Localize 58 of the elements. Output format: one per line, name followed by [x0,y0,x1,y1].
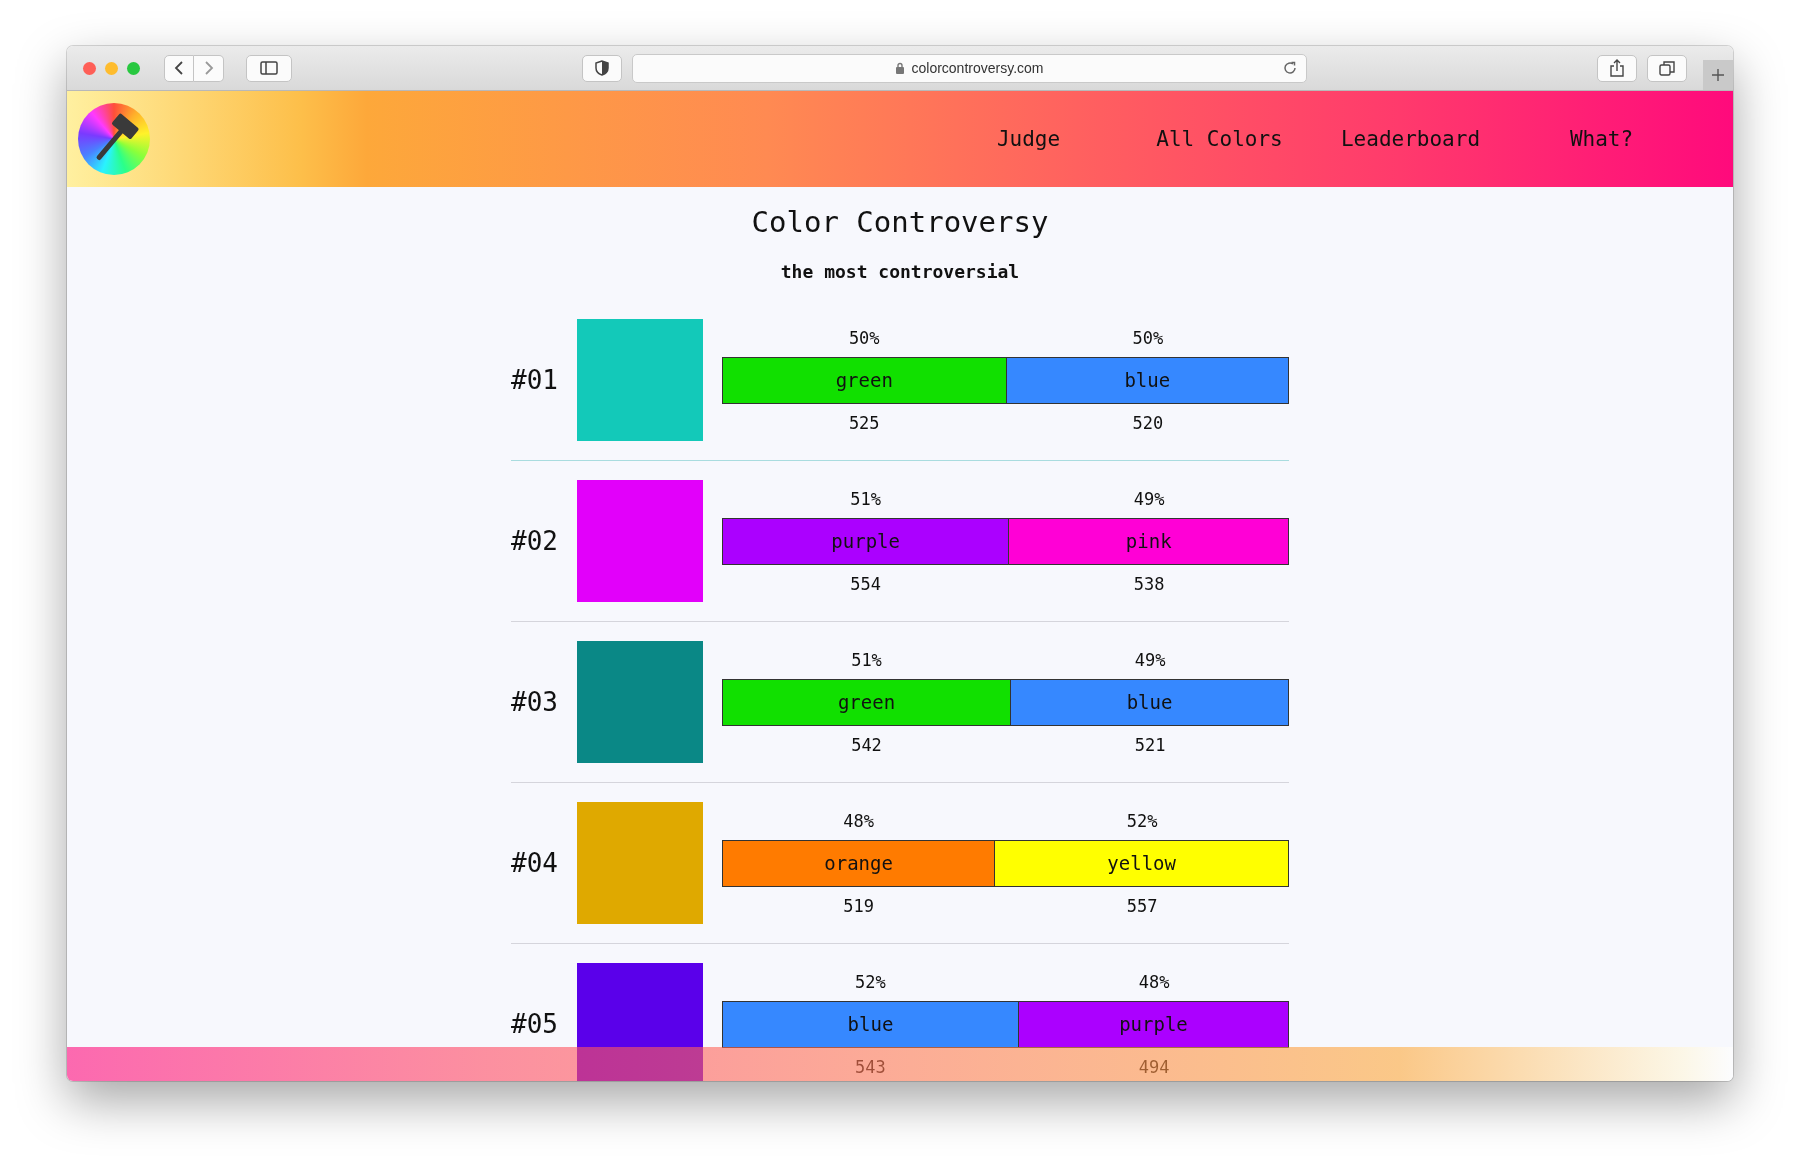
percent-label: 51% [849,487,882,511]
percent-label: 49% [1132,487,1166,511]
rank-label: #01 [511,365,559,395]
share-icon [1610,59,1624,77]
share-button[interactable] [1597,54,1637,82]
sidebar-button[interactable] [246,54,292,82]
nav-link[interactable]: What? [1506,127,1697,151]
vote-count: 554 [849,572,882,596]
rank-label: #05 [511,1009,559,1039]
vote-bar-segment[interactable]: green [722,679,1012,725]
nav-link[interactable]: All Colors [1124,127,1315,151]
vote-count: 542 [850,733,883,757]
vote-count: 521 [1133,733,1167,757]
percent-label: 48% [842,809,875,833]
percent-label: 52% [1125,809,1159,833]
rank-label: #04 [511,848,559,878]
page-title: Color Controversy [751,205,1049,239]
vote-bar-segment[interactable]: orange [722,840,996,886]
plus-icon [1711,68,1725,82]
vote-bar-segment[interactable]: pink [1009,518,1288,564]
vote-bar-segment[interactable]: blue [1011,679,1288,725]
percent-label: 52% [854,970,887,994]
page-subtitle: the most controversial [780,261,1020,282]
percent-label: 51% [850,648,883,672]
back-button[interactable] [164,54,194,82]
vote-bar-segment[interactable]: blue [1006,357,1288,403]
percent-label: 50% [847,326,881,350]
shield-icon [595,60,609,76]
vote-bar-segment[interactable]: green [722,357,1007,403]
vote-count: 543 [854,1055,887,1079]
back-icon [174,60,184,76]
tabs-icon [1659,60,1675,76]
vote-count: 520 [1131,411,1165,435]
address-field[interactable]: colorcontroversy.com [632,53,1307,83]
tabs-button[interactable] [1647,54,1687,82]
forward-icon [203,60,214,76]
vote-count: 538 [1132,572,1166,596]
sidebar-icon [260,61,278,75]
shield-button[interactable] [582,54,622,82]
rank-label: #02 [511,526,559,556]
new-tab-button[interactable] [1703,60,1733,90]
percent-label: 50% [1131,326,1165,350]
vote-bar-segment[interactable]: yellow [995,840,1288,886]
percent-label: 48% [1137,970,1171,994]
rank-label: #03 [511,687,559,717]
vote-count: 557 [1125,894,1159,918]
nav-link[interactable]: Leaderboard [1315,127,1506,151]
vote-bar-segment[interactable]: purple [722,518,1010,564]
nav-link[interactable]: Judge [933,127,1124,151]
vote-count: 519 [842,894,875,918]
vote-bar-segment[interactable]: purple [1019,1001,1288,1047]
vote-bar-segment[interactable]: blue [722,1001,1019,1047]
percent-label: 49% [1133,648,1167,672]
close-icon[interactable] [83,61,96,75]
vote-count: 494 [1137,1055,1171,1079]
lock-icon [895,62,906,74]
reload-icon[interactable] [1282,59,1298,76]
vote-count: 525 [847,411,881,435]
